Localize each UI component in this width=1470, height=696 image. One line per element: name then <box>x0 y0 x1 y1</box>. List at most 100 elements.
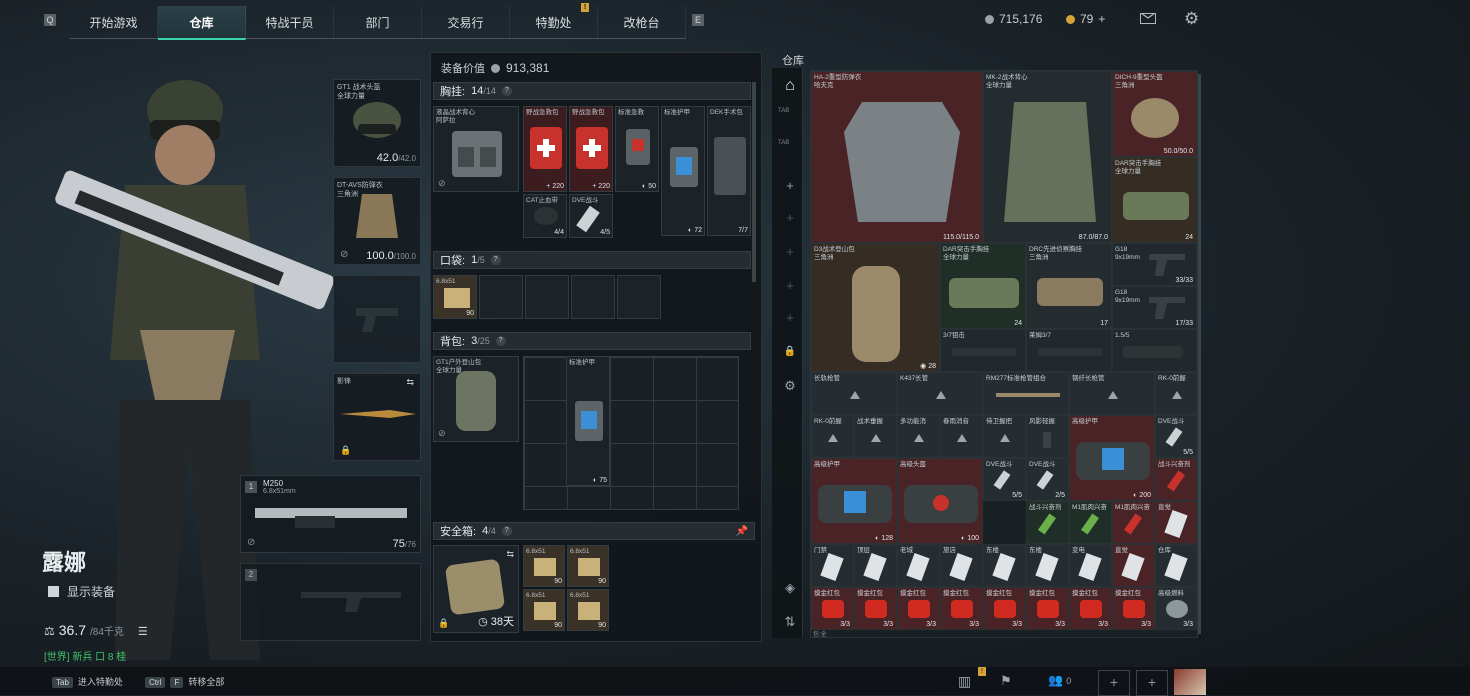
warehouse-item[interactable]: 钢纤长枪管 <box>1069 372 1155 415</box>
party-icon[interactable]: 👥 0 <box>1048 673 1071 687</box>
warehouse-item[interactable]: 摸金红包 3/3 <box>897 587 940 630</box>
warehouse-item[interactable]: 摸金红包 3/3 <box>854 587 897 630</box>
warehouse-item[interactable]: DAR突击手胸挂 全球力量 24 <box>940 243 1026 329</box>
warehouse-item[interactable]: DVE战斗 2/5 <box>1026 458 1069 501</box>
warehouse-item[interactable]: 3/7狙击 <box>940 329 1026 372</box>
warehouse-item[interactable]: 侍卫握把 <box>983 415 1026 458</box>
warehouse-item[interactable]: 长轨枪管 <box>811 372 897 415</box>
warehouse-item[interactable]: 莱姆3/7 <box>1026 329 1112 372</box>
help-icon[interactable]: ? <box>501 526 512 536</box>
backpack-grid-item[interactable]: 标准护甲 ◐ 75 <box>566 356 610 486</box>
backpack-item[interactable]: GT1户外登山包 全球力量 ⊘ <box>433 356 519 442</box>
help-icon[interactable]: ? <box>495 336 506 346</box>
warehouse-item[interactable]: 摸金红包 3/3 <box>940 587 983 630</box>
warehouse-item[interactable]: 高级护甲 ◐ 128 <box>811 458 897 544</box>
warehouse-item[interactable]: DVE战斗 5/5 <box>1155 415 1197 458</box>
armor-slot[interactable]: DT-AVS防弹衣 三角洲 ⊘ 100.0/100.0 <box>333 177 421 265</box>
warehouse-item[interactable]: 变电 <box>1069 544 1112 587</box>
warehouse-item[interactable]: 摸金红包 3/3 <box>1026 587 1069 630</box>
tab-department[interactable]: 部门 <box>334 6 422 38</box>
invite-slot-button[interactable]: + <box>1136 670 1168 696</box>
warehouse-item[interactable]: 直觉 <box>1155 501 1197 544</box>
warehouse-item[interactable]: 春雨消音 <box>940 415 983 458</box>
warehouse-all-icon[interactable]: ⌂ <box>780 76 800 96</box>
chest-item[interactable]: 标准急救 ◐ 50 <box>615 106 659 192</box>
helmet-slot[interactable]: GT1 战术头盔 全球力量 42.0/42.0 <box>333 79 421 167</box>
invite-slot-button[interactable]: + <box>1098 670 1130 696</box>
add-tab-icon[interactable]: + <box>780 242 800 262</box>
safebox-ammo-4[interactable]: 6.8x51 90 <box>567 589 609 631</box>
add-tab-icon[interactable]: + <box>780 276 800 296</box>
warehouse-item[interactable]: DAR突击手胸挂 全球力量 24 <box>1112 157 1197 243</box>
melee-slot[interactable]: 影锋 ⇆ 🔒 <box>333 373 421 461</box>
settings-gear-icon[interactable]: ⚙ <box>1184 10 1199 27</box>
backpack-grid[interactable] <box>523 356 739 510</box>
warehouse-item[interactable]: 顶层 <box>854 544 897 587</box>
warehouse-item[interactable]: 东楼 <box>1026 544 1069 587</box>
tab-start-game[interactable]: 开始游戏 <box>70 6 158 38</box>
stats-icon[interactable]: ▥ <box>958 673 971 690</box>
swap-icon[interactable]: ⇆ <box>506 549 514 560</box>
add-tab-icon[interactable]: + <box>780 176 800 196</box>
warehouse-tab-2[interactable]: TAB <box>778 140 789 146</box>
layers-icon[interactable]: ◈ <box>780 578 800 598</box>
warehouse-item[interactable]: 风影轻握 <box>1026 415 1069 458</box>
pin-icon[interactable]: 📌 <box>736 526 748 537</box>
settings-gear-icon[interactable]: ⚙ <box>780 376 800 396</box>
secondary-weapon-slot[interactable]: 2 <box>240 563 421 641</box>
warehouse-item[interactable]: 仓库 <box>1155 544 1197 587</box>
help-icon[interactable]: ? <box>501 86 512 96</box>
avatar[interactable] <box>1174 669 1206 695</box>
warehouse-item[interactable]: HA-2重型防弹衣 哈夫克 115.0/115.0 <box>811 71 983 243</box>
swap-icon[interactable]: ⇆ <box>406 377 414 388</box>
warehouse-item[interactable]: 1.5/5 <box>1112 329 1197 372</box>
warehouse-item[interactable]: MK-2战术背心 全球力量 87.0/87.0 <box>983 71 1112 243</box>
warehouse-item[interactable]: RK-0前握 <box>811 415 854 458</box>
pocket-slot-1[interactable]: 6.8x51 90 <box>433 275 477 319</box>
chest-item[interactable]: 标准护甲 ◐ 72 <box>661 106 705 236</box>
tab-operators[interactable]: 特战干员 <box>246 6 334 38</box>
sort-icon[interactable]: ⇅ <box>780 612 800 632</box>
warehouse-item[interactable]: M1肌肉兴奋 <box>1069 501 1112 544</box>
pocket-slot-2[interactable] <box>479 275 523 319</box>
pistol-slot[interactable] <box>333 275 421 363</box>
warehouse-item[interactable]: M1肌肉兴奋 <box>1112 501 1155 544</box>
warehouse-item[interactable]: 高级护甲 ◐ 200 <box>1069 415 1155 501</box>
loadout-scrollbar[interactable] <box>752 82 756 282</box>
prev-tab-key[interactable]: Q <box>44 14 56 26</box>
tab-trade[interactable]: 交易行 <box>422 6 510 38</box>
warehouse-item[interactable]: 摸金红包 3/3 <box>1069 587 1112 630</box>
warehouse-item[interactable]: 战斗兴奋剂 <box>1155 458 1197 501</box>
warehouse-item[interactable]: RM277标准枪管组合 <box>983 372 1069 415</box>
transfer-all-hint[interactable]: Ctrl F 转移全部 <box>145 675 224 688</box>
warehouse-scrollbar[interactable] <box>1198 74 1201 634</box>
warehouse-item[interactable]: 门禁 <box>811 544 854 587</box>
special-ops-hint[interactable]: Tab 进入特勤处 <box>52 675 123 688</box>
chest-item[interactable]: 野战急救包 + 220 <box>569 106 613 192</box>
checkbox[interactable] <box>48 586 59 597</box>
chest-item[interactable]: DEK手术包 7/7 <box>707 106 751 236</box>
flag-icon[interactable]: ⚑ <box>1000 673 1012 689</box>
warehouse-item[interactable]: G18 9x19mm 17/33 <box>1112 286 1197 329</box>
safebox-ammo-3[interactable]: 6.8x51 90 <box>523 589 565 631</box>
safebox-ammo-1[interactable]: 6.8x51 90 <box>523 545 565 587</box>
tab-gunsmith[interactable]: 改枪台 <box>598 6 686 38</box>
safebox-ammo-2[interactable]: 6.8x51 90 <box>567 545 609 587</box>
world-chat[interactable]: [世界] 新兵 口 8 桂 <box>44 648 126 663</box>
warehouse-item[interactable]: 摸金红包 3/3 <box>983 587 1026 630</box>
safebox-item[interactable]: ⇆ 🔒 ◷ 38天 <box>433 545 519 633</box>
chest-rig-item[interactable]: 液晶战术背心 阿萨拉 ⊘ <box>433 106 519 192</box>
warehouse-item[interactable]: 东楼 <box>983 544 1026 587</box>
warehouse-item[interactable]: G18 9x19mm 33/33 <box>1112 243 1197 286</box>
add-tab-icon[interactable]: + <box>780 308 800 328</box>
warehouse-item[interactable]: 高级头盔 ◐ 100 <box>897 458 983 544</box>
chest-item[interactable]: 野战急救包 + 220 <box>523 106 567 192</box>
pocket-slot-3[interactable] <box>525 275 569 319</box>
warehouse-item[interactable]: K437长管 <box>897 372 983 415</box>
warehouse-item[interactable]: D3战术登山包 三角洲 ◉ 28 <box>811 243 940 372</box>
warehouse-item[interactable]: 摸金红包 3/3 <box>811 587 854 630</box>
warehouse-item[interactable]: 战斗兴奋剂 <box>1026 501 1069 544</box>
warehouse-item[interactable]: 直觉 <box>1112 544 1155 587</box>
warehouse-item[interactable]: DICH-9重型头盔 三角洲 50.0/50.0 <box>1112 71 1197 157</box>
warehouse-item[interactable]: DVE战斗 5/5 <box>983 458 1026 501</box>
